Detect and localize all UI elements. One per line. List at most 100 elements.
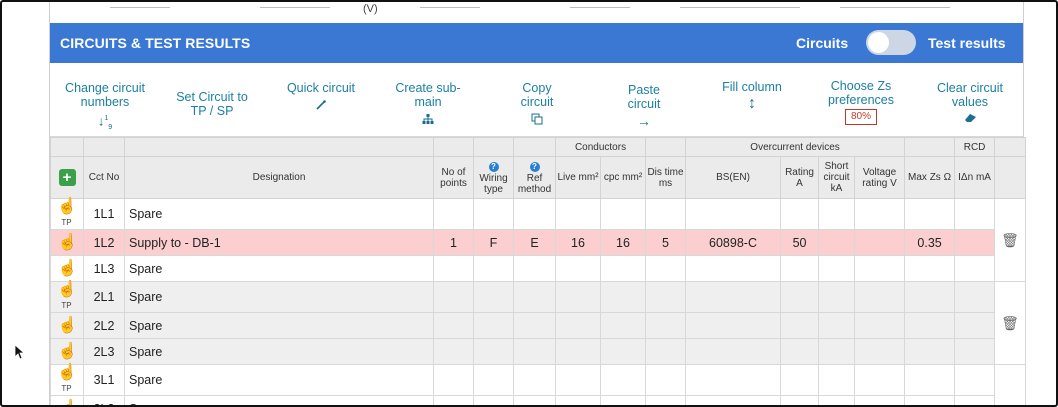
cell-wiring[interactable]: [473, 255, 514, 282]
cell-live[interactable]: [555, 198, 601, 230]
table-row[interactable]: ☝ 2L2 Spare: [50, 312, 1026, 339]
cell-dis[interactable]: [645, 364, 687, 396]
cell-points[interactable]: [433, 312, 474, 339]
cell-wiring[interactable]: [473, 281, 514, 313]
help-circle-icon[interactable]: ?: [529, 161, 540, 172]
cell-dis[interactable]: [645, 255, 687, 282]
zs-percentage-badge[interactable]: 80%: [844, 109, 877, 125]
cell-live[interactable]: 16: [555, 229, 601, 256]
cell-ref[interactable]: E: [513, 229, 556, 256]
cell-rating[interactable]: [780, 255, 820, 282]
row-select-cell[interactable]: ☝: [50, 229, 84, 256]
cell-rating[interactable]: [780, 338, 820, 365]
table-row[interactable]: ☝ 3L2 Spare: [50, 395, 1026, 405]
choose-zs-preferences-button[interactable]: Choose Zs preferences 80%: [820, 63, 902, 137]
toggle-label-circuits[interactable]: Circuits: [796, 35, 848, 51]
cell-idn[interactable]: [954, 229, 996, 256]
cell-maxzs[interactable]: [904, 198, 956, 230]
cell-cpc[interactable]: [599, 395, 647, 405]
cell-rating[interactable]: [780, 395, 820, 405]
cell-live[interactable]: [555, 281, 601, 313]
hand-pointer-icon[interactable]: ☝: [57, 199, 77, 215]
cell-live[interactable]: [555, 338, 601, 365]
set-circuit-tp-sp-button[interactable]: Set Circuit to TP / SP: [170, 63, 254, 137]
cell-dis[interactable]: [645, 281, 687, 313]
cell-wiring[interactable]: [473, 364, 514, 396]
cell-short[interactable]: [818, 229, 856, 256]
cell-bsen[interactable]: [685, 364, 782, 396]
cell-maxzs[interactable]: [904, 255, 956, 282]
trash-icon[interactable]: 🗑: [999, 315, 1021, 332]
cell-ref[interactable]: [513, 281, 556, 313]
cell-idn[interactable]: [954, 281, 996, 313]
cell-ref[interactable]: [513, 338, 556, 365]
paste-circuit-button[interactable]: Paste circuit →: [612, 63, 676, 137]
toggle-label-test-results[interactable]: Test results: [928, 35, 1006, 51]
cell-bsen[interactable]: [685, 395, 782, 405]
cell-points[interactable]: [433, 364, 474, 396]
cell-rating[interactable]: [780, 364, 820, 396]
cell-voltage[interactable]: [854, 395, 906, 405]
cell-voltage[interactable]: [854, 229, 906, 256]
change-circuit-numbers-button[interactable]: Change circuit numbers ↓19: [60, 63, 150, 137]
cell-short[interactable]: [818, 338, 856, 365]
cell-bsen[interactable]: [685, 281, 782, 313]
cell-voltage[interactable]: [854, 255, 906, 282]
cell-maxzs[interactable]: [904, 395, 956, 405]
cell-rating[interactable]: [780, 312, 820, 339]
cell-rating[interactable]: [780, 198, 820, 230]
cell-wiring[interactable]: [473, 198, 514, 230]
cell-maxzs[interactable]: 0.35: [904, 229, 956, 256]
cell-cpc[interactable]: [599, 281, 647, 313]
cell-maxzs[interactable]: [904, 338, 956, 365]
copy-circuit-button[interactable]: Copy circuit: [505, 63, 569, 137]
view-toggle[interactable]: [866, 30, 916, 55]
cell-bsen[interactable]: [685, 198, 782, 230]
cell-short[interactable]: [818, 281, 856, 313]
row-select-cell[interactable]: ☝ TP: [50, 364, 84, 396]
trash-icon[interactable]: 🗑: [999, 232, 1021, 249]
cell-designation[interactable]: Spare: [124, 312, 434, 339]
row-select-cell[interactable]: ☝ TP: [50, 281, 84, 313]
cell-cpc[interactable]: [599, 312, 647, 339]
cell-ref[interactable]: [513, 312, 556, 339]
hand-pointer-icon[interactable]: ☝: [57, 282, 77, 298]
hand-pointer-icon[interactable]: ☝: [58, 234, 78, 251]
cell-designation[interactable]: Spare: [124, 255, 434, 282]
cell-dis[interactable]: [645, 395, 687, 405]
row-select-cell[interactable]: ☝: [50, 312, 84, 339]
cell-dis[interactable]: [645, 198, 687, 230]
cell-idn[interactable]: [954, 364, 996, 396]
hand-pointer-icon[interactable]: ☝: [58, 260, 78, 277]
cell-wiring[interactable]: F: [473, 229, 514, 256]
cell-points[interactable]: [433, 395, 474, 405]
cell-designation[interactable]: Spare: [124, 281, 434, 313]
help-circle-icon[interactable]: ?: [488, 161, 499, 172]
table-row[interactable]: ☝ TP 2L1 Spare 🗑: [50, 281, 1027, 365]
clear-circuit-values-button[interactable]: Clear circuit values: [928, 63, 1012, 137]
cell-rating[interactable]: 50: [780, 229, 820, 256]
cell-bsen[interactable]: [685, 255, 782, 282]
cell-designation[interactable]: Supply to - DB-1: [124, 229, 434, 256]
hand-pointer-icon[interactable]: ☝: [58, 317, 78, 334]
cell-short[interactable]: [818, 255, 856, 282]
toggle-knob[interactable]: [868, 32, 889, 53]
row-select-cell[interactable]: ☝: [50, 255, 84, 282]
cell-idn[interactable]: [954, 395, 996, 405]
hand-pointer-icon[interactable]: ☝: [58, 343, 78, 360]
row-select-cell[interactable]: ☝: [50, 338, 84, 365]
cell-cpc[interactable]: [599, 198, 647, 230]
cell-idn[interactable]: [954, 255, 996, 282]
cell-points[interactable]: [433, 255, 474, 282]
cell-dis[interactable]: 5: [645, 229, 687, 256]
cell-rating[interactable]: [780, 281, 820, 313]
cell-live[interactable]: [555, 364, 601, 396]
cell-bsen[interactable]: 60898-C: [685, 229, 782, 256]
hand-pointer-icon[interactable]: ☝: [57, 365, 77, 381]
row-select-cell[interactable]: ☝ TP: [50, 198, 84, 230]
cell-points[interactable]: [433, 338, 474, 365]
cell-maxzs[interactable]: [904, 281, 956, 313]
cell-idn[interactable]: [954, 338, 996, 365]
cell-ref[interactable]: [513, 255, 556, 282]
cell-voltage[interactable]: [854, 281, 906, 313]
